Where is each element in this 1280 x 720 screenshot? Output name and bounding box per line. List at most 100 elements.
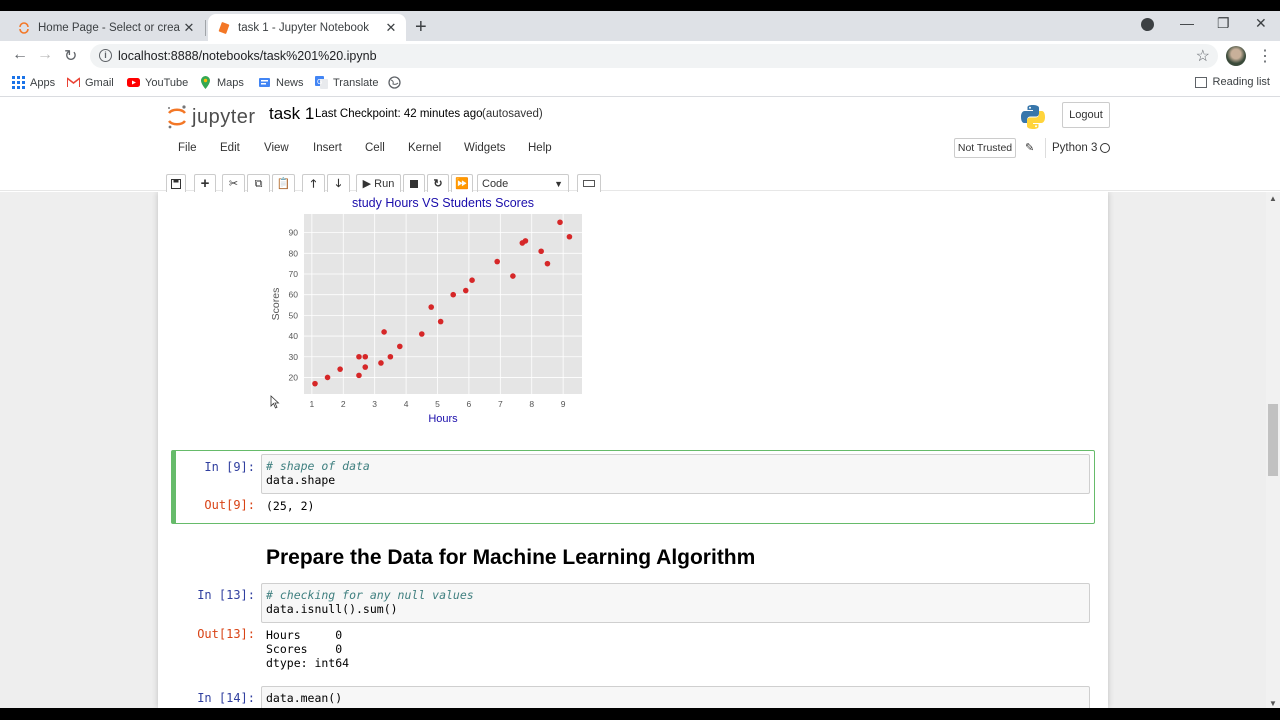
insert-cell-button[interactable]: +: [194, 174, 216, 194]
y-tick-label: 70: [289, 269, 299, 279]
bookmark-label: Gmail: [85, 76, 114, 89]
menu-widgets[interactable]: Widgets: [464, 142, 506, 154]
input-prompt: In [13]:: [197, 588, 255, 602]
command-palette-button[interactable]: [577, 174, 601, 194]
notebook-favicon: [218, 21, 230, 34]
code-editor[interactable]: data.mean(): [261, 686, 1090, 708]
data-point: [544, 260, 551, 267]
fast-forward-icon: ⏩: [455, 178, 469, 190]
site-info-icon[interactable]: i: [99, 49, 112, 62]
page-scrollbar[interactable]: ▲ ▼: [1266, 192, 1280, 708]
data-point: [522, 238, 529, 244]
x-tick-label: 3: [372, 399, 377, 409]
notebook-menubar: File Edit View Insert Cell Kernel Widget…: [166, 137, 1116, 161]
x-tick-label: 2: [341, 399, 346, 409]
bookmark-star-icon[interactable]: ☆: [1196, 46, 1210, 66]
restart-run-all-button[interactable]: ⏩: [451, 174, 473, 194]
bookmark-label: Translate: [333, 76, 379, 89]
logout-button[interactable]: Logout: [1062, 102, 1110, 128]
trust-status-button[interactable]: Not Trusted: [954, 138, 1016, 158]
run-button[interactable]: ▶ Run: [356, 174, 401, 194]
close-window-icon[interactable]: ✕: [1255, 15, 1267, 32]
address-bar[interactable]: i localhost:8888/notebooks/task%201%20.i…: [90, 44, 1218, 68]
python-logo-icon: [1021, 105, 1045, 129]
data-point: [362, 364, 369, 370]
bookmark-apps[interactable]: Apps: [12, 76, 55, 89]
scrollbar-thumb[interactable]: [1268, 404, 1278, 476]
jupyter-wordmark: jupyter: [192, 105, 256, 128]
close-icon[interactable]: ✕: [180, 20, 198, 36]
bookmark-globe[interactable]: [388, 76, 406, 89]
reading-list-button[interactable]: Reading list: [1194, 76, 1270, 88]
scroll-up-icon[interactable]: ▲: [1269, 194, 1277, 203]
interrupt-button[interactable]: [403, 174, 425, 194]
restart-button[interactable]: ↻: [427, 174, 449, 194]
menu-insert[interactable]: Insert: [313, 142, 342, 154]
tab-task-1[interactable]: task 1 - Jupyter Notebook ✕: [208, 14, 406, 41]
youtube-icon: [127, 78, 140, 87]
tab-title: Home Page - Select or create a n: [38, 21, 180, 34]
kernel-idle-indicator-icon: [1100, 143, 1110, 153]
data-point: [312, 380, 318, 387]
scissors-icon: ✂: [228, 178, 239, 190]
bookmark-youtube[interactable]: YouTube: [127, 76, 188, 89]
menu-view[interactable]: View: [264, 142, 289, 154]
y-tick-label: 90: [289, 228, 299, 238]
x-tick-label: 1: [309, 399, 314, 409]
bookmark-translate[interactable]: G Translate: [315, 76, 378, 89]
code-editor[interactable]: # shape of data data.shape: [261, 454, 1090, 494]
cut-button[interactable]: ✂: [222, 174, 245, 194]
tab-home-page[interactable]: Home Page - Select or create a n ✕: [8, 14, 204, 41]
tab-strip: Home Page - Select or create a n ✕ task …: [0, 11, 1280, 41]
browser-menu-icon[interactable]: ⋮: [1257, 46, 1273, 66]
maximize-icon[interactable]: ❐: [1217, 15, 1230, 32]
menu-cell[interactable]: Cell: [365, 142, 385, 154]
apps-grid-icon: [12, 76, 25, 89]
y-tick-label: 30: [289, 352, 299, 362]
menu-help[interactable]: Help: [528, 142, 552, 154]
data-point: [337, 366, 343, 372]
profile-dropdown-icon[interactable]: [1141, 18, 1154, 31]
input-prompt: In [14]:: [197, 691, 255, 705]
avatar[interactable]: [1226, 46, 1246, 66]
keyboard-icon: [583, 180, 595, 187]
data-point: [418, 331, 425, 337]
data-point: [362, 353, 369, 360]
y-tick-label: 80: [289, 248, 299, 258]
new-tab-icon[interactable]: +: [415, 16, 427, 39]
cell-type-select[interactable]: Code ▼: [477, 174, 569, 194]
edit-mode-pencil-icon: ✎: [1025, 142, 1035, 154]
move-down-button[interactable]: 🡓: [327, 174, 350, 194]
bookmark-gmail[interactable]: Gmail: [67, 76, 114, 89]
menu-file[interactable]: File: [178, 142, 197, 154]
minimize-icon[interactable]: —: [1180, 15, 1194, 31]
bookmark-maps[interactable]: Maps: [199, 76, 244, 89]
menu-edit[interactable]: Edit: [220, 142, 240, 154]
url-text[interactable]: localhost:8888/notebooks/task%201%20.ipy…: [118, 49, 377, 63]
forward-icon[interactable]: →: [37, 46, 53, 64]
jupyter-logo[interactable]: jupyter: [166, 104, 256, 130]
save-button[interactable]: [166, 174, 186, 194]
bookmark-news[interactable]: News: [258, 76, 304, 89]
output-line: Hours 0: [266, 628, 343, 642]
tab-separator: [205, 20, 206, 36]
gmail-icon: [67, 77, 80, 87]
copy-button[interactable]: ⧉: [247, 174, 270, 194]
output-line: dtype: int64: [266, 656, 350, 670]
menu-kernel[interactable]: Kernel: [408, 142, 441, 154]
move-up-button[interactable]: 🡑: [302, 174, 325, 194]
data-point: [356, 372, 362, 379]
back-icon[interactable]: ←: [12, 46, 28, 64]
paste-button[interactable]: 📋: [272, 174, 295, 194]
reload-icon[interactable]: ↻: [64, 46, 77, 66]
close-icon[interactable]: ✕: [382, 20, 400, 36]
tab-title: task 1 - Jupyter Notebook: [238, 21, 370, 34]
code-editor[interactable]: # checking for any null values data.isnu…: [261, 583, 1090, 623]
reading-list-label: Reading list: [1212, 76, 1270, 88]
scroll-down-icon[interactable]: ▼: [1269, 699, 1277, 708]
y-tick-label: 20: [289, 372, 299, 382]
mouse-cursor-icon: [270, 395, 280, 409]
notebook-name[interactable]: task 1: [269, 104, 314, 124]
paste-icon: 📋: [276, 178, 291, 190]
data-point: [428, 304, 435, 310]
